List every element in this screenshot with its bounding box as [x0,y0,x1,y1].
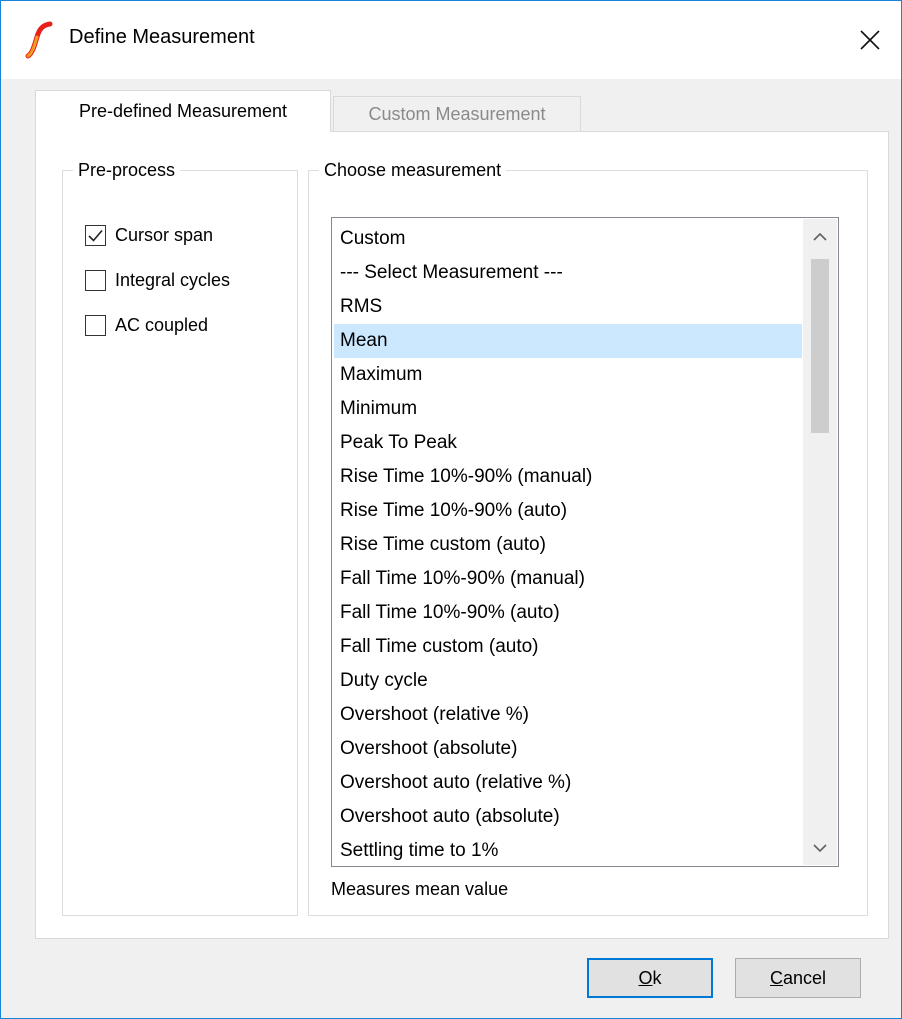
chevron-down-icon [813,843,827,852]
simetrix-logo-icon [25,21,53,59]
define-measurement-dialog: Define Measurement Pre-defined Measureme… [0,0,902,1019]
tab-predefined-measurement[interactable]: Pre-defined Measurement [35,90,331,132]
list-item[interactable]: Overshoot auto (relative %) [334,766,802,800]
cancel-mnemonic: C [769,967,783,988]
ok-button[interactable]: Ok [587,958,713,998]
chevron-up-icon [813,232,827,241]
measurement-listbox[interactable]: Custom --- Select Measurement --- RMS Mean M… [331,217,839,867]
tab-label: Pre-defined Measurement [78,101,288,121]
measurement-description: Measures mean value [331,879,509,899]
cursor-span-checkbox[interactable]: Cursor span [85,225,213,246]
checkbox-label: Cursor span [115,225,214,245]
tab-panel: Pre-process Cursor span Integral cycles … [35,131,889,939]
cancel-label-rest: ancel [782,967,827,988]
list-item[interactable]: Overshoot (relative %) [334,698,802,732]
preprocess-legend: Pre-process [78,160,176,180]
list-item[interactable]: Fall Time custom (auto) [334,630,802,664]
checkbox-box[interactable] [85,315,106,336]
scroll-down-button[interactable] [803,831,837,865]
list-item[interactable]: Maximum [334,358,802,392]
ac-coupled-checkbox[interactable]: AC coupled [85,315,208,336]
list-item[interactable]: Fall Time 10%-90% (manual) [334,562,802,596]
close-icon [860,30,880,50]
choose-measurement-group: Choose measurement Custom --- Select Meas… [308,160,868,916]
scroll-up-button[interactable] [803,219,837,253]
list-item[interactable]: Custom [334,222,802,256]
list-item[interactable]: Duty cycle [334,664,802,698]
ok-mnemonic: O [638,967,653,988]
checkbox-label: AC coupled [115,315,209,335]
integral-cycles-checkbox[interactable]: Integral cycles [85,270,230,291]
list-item[interactable]: Minimum [334,392,802,426]
window-title: Define Measurement [69,26,255,48]
ok-label-rest: k [652,967,662,988]
list-item[interactable]: Rise Time 10%-90% (manual) [334,460,802,494]
close-button[interactable] [839,1,901,79]
check-icon [88,229,103,242]
list-item[interactable]: Fall Time 10%-90% (auto) [334,596,802,630]
title-bar[interactable]: Define Measurement [1,1,901,79]
list-item[interactable]: Overshoot auto (absolute) [334,800,802,834]
checkbox-box[interactable] [85,270,106,291]
list-item[interactable]: Peak To Peak [334,426,802,460]
list-item[interactable]: Overshoot (absolute) [334,732,802,766]
list-item[interactable]: --- Select Measurement --- [334,256,802,290]
measurement-list: Custom --- Select Measurement --- RMS Mean M… [334,222,802,866]
checkbox-box[interactable] [85,225,106,246]
tab-custom-measurement[interactable]: Custom Measurement [333,96,581,132]
cancel-button[interactable]: Cancel [735,958,861,998]
tab-label: Custom Measurement [368,104,546,124]
list-item[interactable]: Settling time to 1% [334,834,802,866]
checkbox-label: Integral cycles [115,270,231,290]
list-item[interactable]: Mean [334,324,802,358]
scroll-thumb[interactable] [811,259,829,433]
list-item[interactable]: Rise Time 10%-90% (auto) [334,494,802,528]
choose-measurement-legend: Choose measurement [324,160,502,180]
list-item[interactable]: Rise Time custom (auto) [334,528,802,562]
list-item[interactable]: RMS [334,290,802,324]
preprocess-group: Pre-process Cursor span Integral cycles … [62,160,298,916]
vertical-scrollbar[interactable] [803,219,837,865]
